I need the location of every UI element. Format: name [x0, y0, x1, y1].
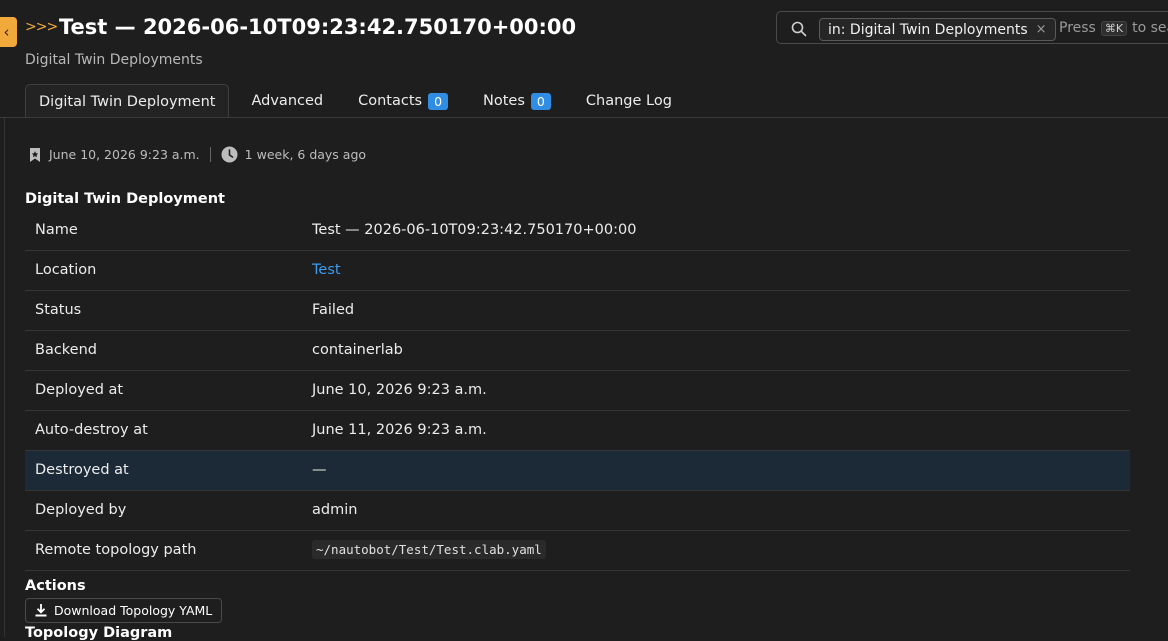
table-row: Deployed at June 10, 2026 9:23 a.m.: [25, 370, 1130, 411]
tab-digital-twin-deployment[interactable]: Digital Twin Deployment: [25, 84, 230, 118]
tab-label: Contacts: [358, 93, 423, 109]
status-value: Failed: [301, 290, 1130, 331]
search-scope-chip[interactable]: in: Digital Twin Deployments ×: [819, 18, 1056, 41]
tab-contacts[interactable]: Contacts 0: [345, 84, 461, 118]
meta-divider: [209, 147, 211, 162]
page-title: Test — 2026-06-10T09:23:42.750170+00:00: [59, 15, 577, 39]
tab-notes[interactable]: Notes 0: [470, 84, 564, 118]
table-row-hovered: Destroyed at —: [25, 450, 1130, 491]
row-label: Auto-destroy at: [25, 410, 301, 451]
row-label: Status: [25, 290, 301, 331]
table-row: Deployed by admin: [25, 490, 1130, 531]
clock-icon: [221, 146, 238, 163]
row-value: containerlab: [301, 330, 1130, 371]
row-label: Deployed by: [25, 490, 301, 531]
tab-label: Notes: [483, 93, 525, 109]
row-value: —: [301, 450, 1130, 491]
table-row: Auto-destroy at June 11, 2026 9:23 a.m.: [25, 410, 1130, 451]
search-icon: [791, 21, 807, 37]
row-value-cell: Test: [301, 250, 1130, 291]
tab-label: Digital Twin Deployment: [39, 93, 216, 110]
row-value: Test — 2026-06-10T09:23:42.750170+00:00: [301, 210, 1130, 251]
count-badge: 0: [530, 92, 551, 110]
tab-label: Change Log: [585, 93, 672, 109]
download-icon: [35, 604, 47, 617]
row-label: Deployed at: [25, 370, 301, 411]
search-hint: Press ⌘K to search: [1059, 20, 1168, 36]
table-row: Remote topology path ~/nautobot/Test/Tes…: [25, 530, 1130, 571]
tab-bar: Digital Twin Deployment Advanced Contact…: [25, 84, 694, 118]
close-icon[interactable]: ×: [1036, 22, 1047, 37]
row-label: Location: [25, 250, 301, 291]
keyboard-shortcut: ⌘K: [1100, 20, 1128, 36]
breadcrumb-chevrons-icon: >>>: [25, 19, 58, 35]
table-row: Status Failed: [25, 290, 1130, 331]
row-value-cell: ~/nautobot/Test/Test.clab.yaml: [301, 530, 1130, 571]
row-value: June 10, 2026 9:23 a.m.: [301, 370, 1130, 411]
search-hint-prefix: Press: [1059, 20, 1096, 36]
bookmark-icon: [30, 147, 40, 162]
table-row: Location Test: [25, 250, 1130, 291]
row-label: Remote topology path: [25, 530, 301, 571]
sidebar-collapse-toggle[interactable]: ‹: [0, 17, 17, 47]
chevron-left-icon: ‹: [3, 23, 10, 41]
search-bar[interactable]: in: Digital Twin Deployments × Press ⌘K …: [776, 11, 1168, 44]
actions-heading: Actions: [25, 578, 86, 594]
topology-path-code: ~/nautobot/Test/Test.clab.yaml: [312, 540, 546, 559]
search-hint-suffix: to search: [1132, 20, 1168, 36]
table-row: Backend containerlab: [25, 330, 1130, 371]
topology-diagram-heading: Topology Diagram: [25, 625, 173, 641]
object-metadata: June 10, 2026 9:23 a.m. 1 week, 6 days a…: [28, 146, 366, 163]
download-button-label: Download Topology YAML: [54, 603, 213, 618]
count-badge: 0: [428, 92, 449, 110]
detail-section-heading: Digital Twin Deployment: [25, 191, 225, 207]
row-value: admin: [301, 490, 1130, 531]
tab-change-log[interactable]: Change Log: [573, 84, 685, 118]
row-label: Destroyed at: [25, 450, 301, 491]
row-label: Backend: [25, 330, 301, 371]
content-border: [4, 118, 5, 637]
attribute-table: Name Test — 2026-06-10T09:23:42.750170+0…: [25, 210, 1130, 571]
updated-relative-time: 1 week, 6 days ago: [244, 147, 367, 162]
created-timestamp: June 10, 2026 9:23 a.m.: [49, 147, 200, 162]
page-subtitle: Digital Twin Deployments: [25, 52, 203, 68]
tab-label: Advanced: [251, 93, 324, 109]
tab-advanced[interactable]: Advanced: [238, 84, 336, 118]
search-scope-label: in: Digital Twin Deployments: [828, 21, 1028, 38]
tab-divider: [0, 117, 1168, 118]
location-link[interactable]: Test: [312, 262, 341, 278]
table-row: Name Test — 2026-06-10T09:23:42.750170+0…: [25, 210, 1130, 251]
row-value: June 11, 2026 9:23 a.m.: [301, 410, 1130, 451]
row-label: Name: [25, 210, 301, 251]
download-topology-button[interactable]: Download Topology YAML: [25, 598, 223, 623]
